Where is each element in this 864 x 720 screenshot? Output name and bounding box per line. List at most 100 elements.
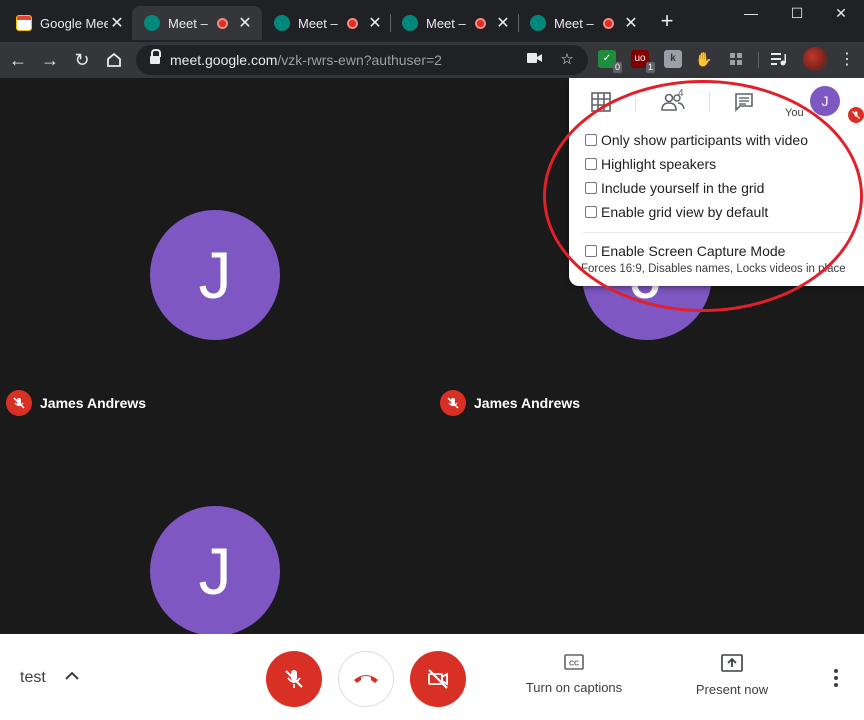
grid-view-icon[interactable] bbox=[587, 88, 615, 116]
closed-captions-icon: CC bbox=[564, 654, 584, 670]
tab-title: Meet – bbox=[298, 15, 338, 31]
profile-avatar[interactable] bbox=[803, 47, 827, 71]
option-include-yourself[interactable]: Include yourself in the grid bbox=[585, 180, 764, 196]
window-close-button[interactable]: ✕ bbox=[818, 2, 864, 24]
captions-label: Turn on captions bbox=[525, 680, 623, 695]
toolbar-divider bbox=[758, 52, 759, 68]
checkbox[interactable] bbox=[585, 245, 597, 257]
camera-toggle-button[interactable] bbox=[410, 651, 466, 707]
tab-google-meet[interactable]: Google Mee ✕ bbox=[4, 6, 134, 40]
participant-avatar: J bbox=[150, 506, 280, 634]
present-screen-icon bbox=[721, 654, 743, 672]
close-icon[interactable]: ✕ bbox=[366, 13, 384, 33]
tab-divider bbox=[635, 92, 636, 112]
tab-strip: Google Mee ✕ Meet – ✕ Meet – ✕ Meet – ✕ … bbox=[0, 0, 864, 42]
option-only-video[interactable]: Only show participants with video bbox=[585, 132, 808, 148]
divider bbox=[583, 232, 853, 233]
mic-off-icon bbox=[440, 390, 466, 416]
shield-icon[interactable]: ✓ 0 bbox=[598, 50, 622, 73]
capture-mode-note: Forces 16:9, Disables names, Locks video… bbox=[581, 263, 846, 275]
recording-icon bbox=[475, 17, 486, 29]
participant-name: James Andrews bbox=[474, 395, 581, 411]
tab-title: Google Mee bbox=[40, 15, 108, 31]
browser-menu-icon[interactable]: ⋮ bbox=[834, 47, 860, 73]
lock-icon bbox=[150, 49, 161, 66]
tab-meet[interactable]: Meet – ✕ bbox=[518, 6, 648, 40]
participant-nameplate: James Andrews bbox=[440, 390, 580, 416]
tab-title: Meet – bbox=[168, 15, 208, 31]
tab-meet[interactable]: Meet – ✕ bbox=[262, 6, 392, 40]
option-screen-capture[interactable]: Enable Screen Capture Mode bbox=[585, 243, 785, 259]
star-icon[interactable]: ☆ bbox=[558, 51, 576, 69]
meet-icon bbox=[402, 15, 418, 31]
checkbox[interactable] bbox=[585, 182, 597, 194]
back-arrow-icon[interactable]: ← bbox=[5, 47, 31, 73]
self-avatar: J bbox=[810, 86, 840, 116]
mic-off-icon bbox=[6, 390, 32, 416]
reload-icon[interactable]: ↻ bbox=[69, 47, 95, 73]
participant-tile[interactable]: J bbox=[0, 418, 432, 634]
k-extension-icon[interactable]: k bbox=[664, 50, 682, 68]
checkbox[interactable] bbox=[585, 158, 597, 170]
option-label: Enable grid view by default bbox=[601, 204, 769, 220]
url-host: meet.google.com bbox=[170, 52, 278, 68]
recording-icon bbox=[603, 17, 614, 29]
maximize-button[interactable]: ☐ bbox=[774, 2, 820, 24]
hand-icon[interactable]: ✋ bbox=[695, 50, 713, 68]
phone-hangup-icon bbox=[354, 675, 378, 683]
participant-avatar: J bbox=[150, 210, 280, 340]
chevron-up-icon[interactable] bbox=[64, 668, 80, 684]
present-now-button[interactable]: Present now bbox=[692, 654, 772, 697]
url-text: meet.google.com/vzk-rwrs-ewn?authuser=2 bbox=[170, 52, 442, 68]
grid-view-popup: 4 J You Only show participants with vide… bbox=[569, 78, 864, 286]
option-label: Include yourself in the grid bbox=[601, 180, 765, 196]
meet-icon bbox=[274, 15, 290, 31]
camera-off-icon bbox=[428, 669, 448, 689]
checkbox[interactable] bbox=[585, 134, 597, 146]
tab-meet[interactable]: Meet – ✕ bbox=[390, 6, 520, 40]
grid-extension-icon[interactable] bbox=[727, 50, 745, 68]
meet-icon bbox=[144, 15, 160, 31]
media-control-icon[interactable] bbox=[770, 50, 788, 68]
close-icon[interactable]: ✕ bbox=[494, 13, 512, 33]
close-icon[interactable]: ✕ bbox=[108, 13, 126, 33]
close-icon[interactable]: ✕ bbox=[622, 13, 640, 33]
hang-up-button[interactable] bbox=[338, 651, 394, 707]
ublock-icon[interactable]: uo 1 bbox=[631, 50, 655, 73]
option-label: Only show participants with video bbox=[601, 132, 808, 148]
self-label: You bbox=[785, 107, 804, 119]
captions-button[interactable]: CC Turn on captions bbox=[522, 654, 626, 695]
checkbox[interactable] bbox=[585, 206, 597, 218]
option-grid-default[interactable]: Enable grid view by default bbox=[585, 204, 768, 220]
option-label: Highlight speakers bbox=[601, 156, 717, 172]
mic-off-icon bbox=[285, 670, 303, 688]
participant-nameplate: James Andrews bbox=[6, 390, 146, 416]
extension-badge: 0 bbox=[612, 62, 622, 73]
mic-toggle-button[interactable] bbox=[266, 651, 322, 707]
mic-off-icon bbox=[848, 107, 864, 123]
participant-tile[interactable]: J James Andrews bbox=[0, 78, 432, 418]
close-icon[interactable]: ✕ bbox=[236, 13, 254, 33]
option-highlight-speakers[interactable]: Highlight speakers bbox=[585, 156, 716, 172]
chat-icon[interactable] bbox=[730, 88, 758, 116]
extension-badge: 1 bbox=[645, 62, 655, 73]
tab-title: Meet – bbox=[426, 15, 466, 31]
home-icon[interactable] bbox=[101, 47, 127, 73]
option-label: Enable Screen Capture Mode bbox=[601, 243, 786, 259]
new-tab-button[interactable]: + bbox=[655, 10, 679, 34]
forward-arrow-icon[interactable]: → bbox=[37, 47, 63, 73]
address-bar[interactable]: meet.google.com/vzk-rwrs-ewn?authuser=2 … bbox=[136, 45, 588, 75]
camera-icon[interactable] bbox=[526, 51, 544, 69]
meeting-name: test bbox=[20, 669, 46, 686]
svg-text:CC: CC bbox=[569, 661, 579, 668]
tab-meet-active[interactable]: Meet – ✕ bbox=[132, 6, 262, 40]
more-options-icon[interactable] bbox=[826, 666, 846, 690]
minimize-button[interactable]: — bbox=[728, 2, 774, 24]
tab-title: Meet – bbox=[554, 15, 594, 31]
participant-name: James Andrews bbox=[40, 395, 147, 411]
participant-count: 4 bbox=[678, 88, 684, 99]
url-path: /vzk-rwrs-ewn?authuser=2 bbox=[277, 52, 442, 68]
recording-icon bbox=[347, 17, 358, 29]
browser-toolbar: ← → ↻ meet.google.com/vzk-rwrs-ewn?authu… bbox=[0, 42, 864, 78]
meet-icon bbox=[530, 15, 546, 31]
